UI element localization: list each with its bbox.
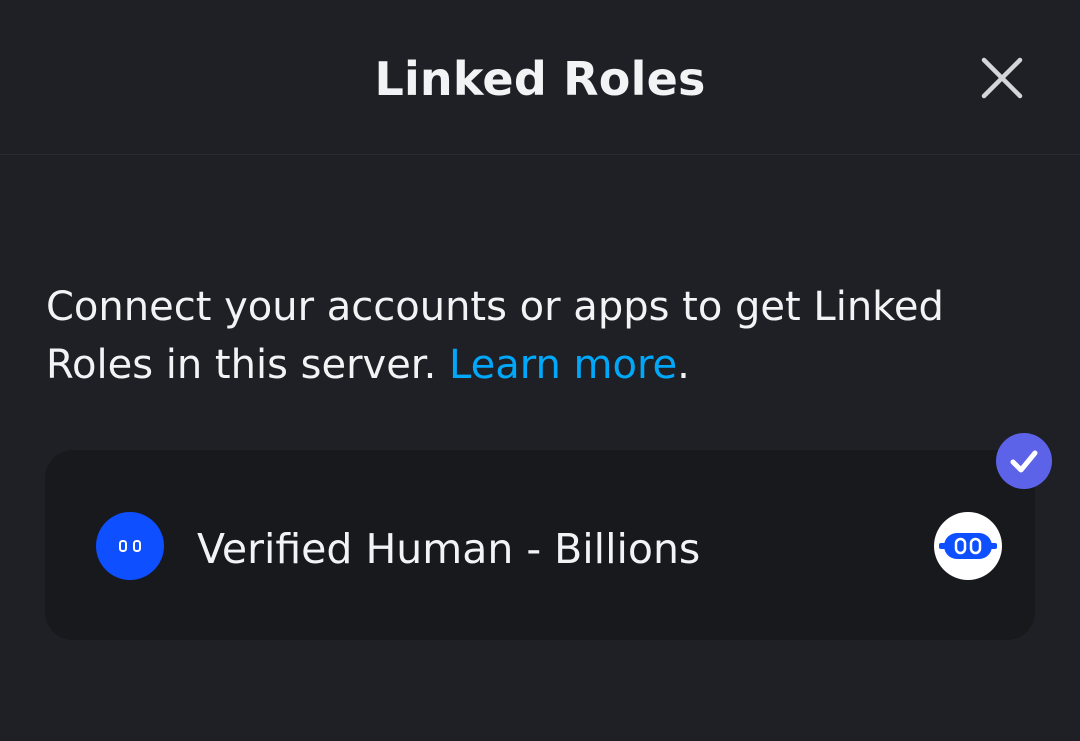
checkmark-icon — [1010, 450, 1038, 473]
close-button[interactable] — [978, 54, 1026, 102]
billions-connection-icon — [934, 512, 1002, 580]
modal-header: Linked Roles — [0, 0, 1080, 155]
linked-role-name: Verified Human - Billions — [197, 525, 701, 573]
modal-title: Linked Roles — [374, 52, 706, 106]
billions-logo-icon — [96, 512, 164, 580]
learn-more-link[interactable]: Learn more — [449, 342, 677, 388]
verified-badge — [996, 433, 1052, 489]
close-icon — [981, 57, 1023, 99]
description: Connect your accounts or apps to get Lin… — [46, 278, 1046, 394]
description-period: . — [677, 342, 690, 388]
